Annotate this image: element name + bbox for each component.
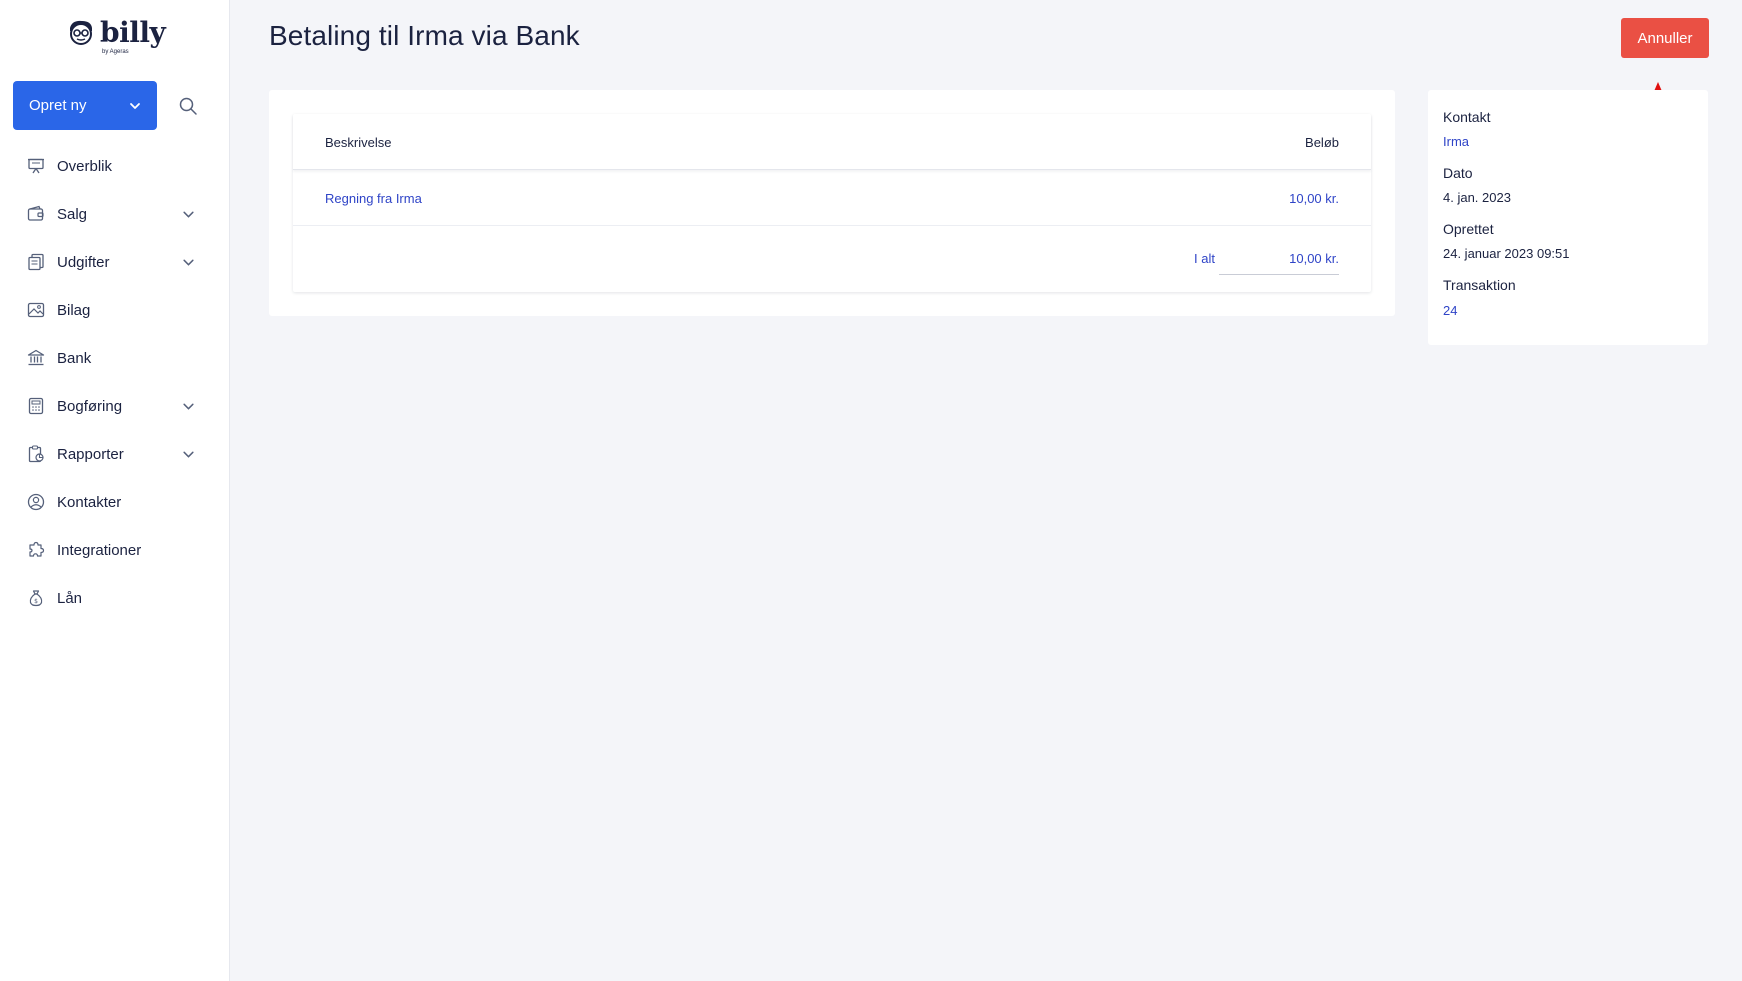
- bill-link[interactable]: Regning fra Irma: [325, 191, 422, 206]
- wallet-icon: [27, 205, 44, 221]
- details-panel: Kontakt Irma Dato 4. jan. 2023 Oprettet …: [1428, 90, 1708, 345]
- table-row: Regning fra Irma 10,00 kr.: [293, 170, 1371, 226]
- create-new-label: Opret ny: [29, 97, 87, 114]
- contact-link[interactable]: Irma: [1443, 134, 1469, 149]
- payment-lines-table: Beskrivelse Beløb Regning fra Irma 10,00…: [293, 114, 1371, 292]
- sidebar-item-label: Bogføring: [57, 397, 123, 415]
- chevron-down-icon: [183, 403, 194, 410]
- sidebar-item-label: Rapporter: [57, 445, 124, 463]
- sidebar-item-lan[interactable]: $ Lån: [0, 578, 230, 618]
- table-header-row: Beskrivelse Beløb: [293, 114, 1371, 170]
- transaction-link[interactable]: 24: [1443, 303, 1457, 318]
- column-header-amount: Beløb: [1305, 135, 1339, 150]
- chevron-down-icon: [183, 211, 194, 218]
- sidebar-item-salg[interactable]: Salg: [0, 194, 230, 234]
- sidebar-item-bilag[interactable]: Bilag: [0, 290, 230, 330]
- chevron-down-icon: [130, 102, 140, 109]
- sidebar-item-label: Integrationer: [57, 541, 142, 559]
- user-circle-icon: [27, 493, 45, 511]
- sidebar-item-label: Salg: [57, 205, 88, 223]
- chevron-down-icon: [183, 259, 194, 266]
- total-label: I alt: [1194, 251, 1215, 266]
- puzzle-icon: [29, 541, 45, 557]
- sidebar-item-udgifter[interactable]: Udgifter: [0, 242, 230, 282]
- sidebar-item-label: Bank: [57, 349, 92, 367]
- date-value: 4. jan. 2023: [1443, 190, 1511, 205]
- created-value: 24. januar 2023 09:51: [1443, 246, 1570, 261]
- logo-wordmark: billy: [100, 16, 166, 49]
- page-title: Betaling til Irma via Bank: [269, 20, 580, 51]
- date-label: Dato: [1443, 165, 1473, 181]
- sidebar-item-label: Bilag: [57, 301, 91, 319]
- transaction-label: Transaktion: [1443, 277, 1516, 293]
- money-bag-icon: $: [29, 590, 43, 607]
- created-label: Oprettet: [1443, 221, 1494, 237]
- receipts-icon: [28, 253, 44, 271]
- cancel-button[interactable]: Annuller: [1621, 18, 1709, 58]
- contact-label: Kontakt: [1443, 109, 1491, 125]
- image-icon: [27, 302, 45, 318]
- chevron-down-icon: [183, 451, 194, 458]
- total-divider: [1219, 274, 1339, 275]
- sidebar-item-label: Kontakter: [57, 493, 122, 511]
- mascot-logo-icon: [70, 20, 92, 45]
- payment-lines-card: Beskrivelse Beløb Regning fra Irma 10,00…: [269, 90, 1395, 316]
- sidebar-item-bank[interactable]: Bank: [0, 338, 230, 378]
- bank-icon: [27, 349, 45, 366]
- sidebar-item-rapporter[interactable]: Rapporter: [0, 434, 230, 474]
- sidebar-item-label: Udgifter: [57, 253, 110, 271]
- search-icon[interactable]: [178, 96, 198, 116]
- sidebar-item-bogforing[interactable]: Bogføring: [0, 386, 230, 426]
- svg-text:$: $: [34, 598, 38, 605]
- total-value: 10,00 kr.: [1289, 251, 1339, 266]
- billy-logo[interactable]: billy by Ageras: [66, 18, 166, 60]
- calculator-icon: [28, 397, 44, 415]
- logo-subtitle: by Ageras: [102, 49, 129, 55]
- sidebar: billy by Ageras Opret ny Overblik Salg U…: [0, 0, 230, 981]
- sidebar-item-kontakter[interactable]: Kontakter: [0, 482, 230, 522]
- sidebar-item-label: Lån: [57, 589, 83, 607]
- report-icon: [28, 445, 44, 463]
- create-new-button[interactable]: Opret ny: [13, 81, 157, 130]
- sidebar-item-integrationer[interactable]: Integrationer: [0, 530, 230, 570]
- presentation-icon: [28, 158, 44, 174]
- column-header-description: Beskrivelse: [325, 135, 392, 150]
- sidebar-item-overblik[interactable]: Overblik: [0, 146, 230, 186]
- row-amount: 10,00 kr.: [1289, 191, 1339, 206]
- sidebar-item-label: Overblik: [57, 157, 113, 175]
